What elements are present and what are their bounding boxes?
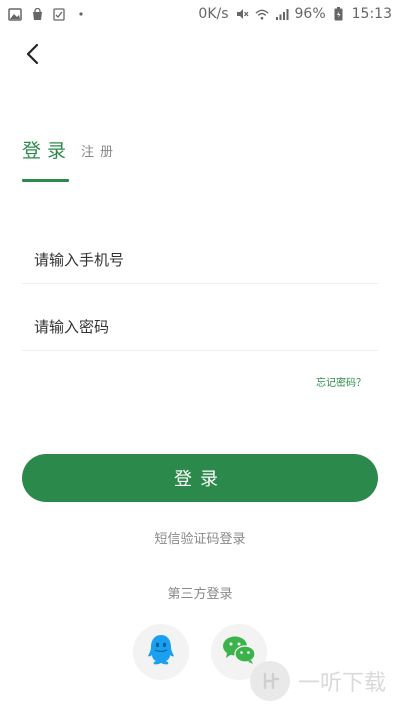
- clock: 15:13: [351, 6, 392, 22]
- network-speed: 0K/s: [198, 6, 229, 22]
- watermark: 一听下载: [249, 661, 386, 701]
- phone-input[interactable]: [22, 236, 378, 283]
- tab-register[interactable]: 注册: [81, 141, 119, 160]
- qq-login-button[interactable]: [133, 624, 189, 680]
- phone-field: [22, 236, 378, 284]
- third-party-login-title: 第三方登录: [167, 587, 233, 602]
- status-right: 0K/s 96% 15:13: [198, 6, 392, 22]
- watermark-logo-icon: [249, 661, 290, 701]
- login-button[interactable]: 登录: [22, 454, 378, 502]
- password-field: [22, 303, 378, 351]
- bag-icon: [30, 7, 44, 21]
- signal-icon: [275, 7, 289, 21]
- image-icon: [8, 7, 22, 21]
- tab-active-indicator: [22, 179, 69, 182]
- battery-percent: 96%: [294, 6, 326, 22]
- checklist-icon: [52, 7, 66, 21]
- qq-icon: [146, 633, 176, 671]
- mute-icon: [235, 7, 249, 21]
- password-input[interactable]: [22, 303, 378, 350]
- chevron-left-icon: [25, 43, 39, 69]
- wifi-icon: [255, 7, 269, 21]
- dot-icon: [74, 7, 88, 21]
- status-left: [8, 7, 88, 21]
- battery-icon: [332, 7, 346, 21]
- tab-login[interactable]: 登录: [22, 136, 72, 163]
- forgot-password-link[interactable]: 忘记密码？: [316, 374, 366, 389]
- status-bar: 0K/s 96% 15:13: [0, 0, 400, 28]
- watermark-text: 一听下载: [297, 671, 386, 696]
- back-button[interactable]: [16, 40, 48, 72]
- sms-login-link[interactable]: 短信验证码登录: [0, 528, 400, 547]
